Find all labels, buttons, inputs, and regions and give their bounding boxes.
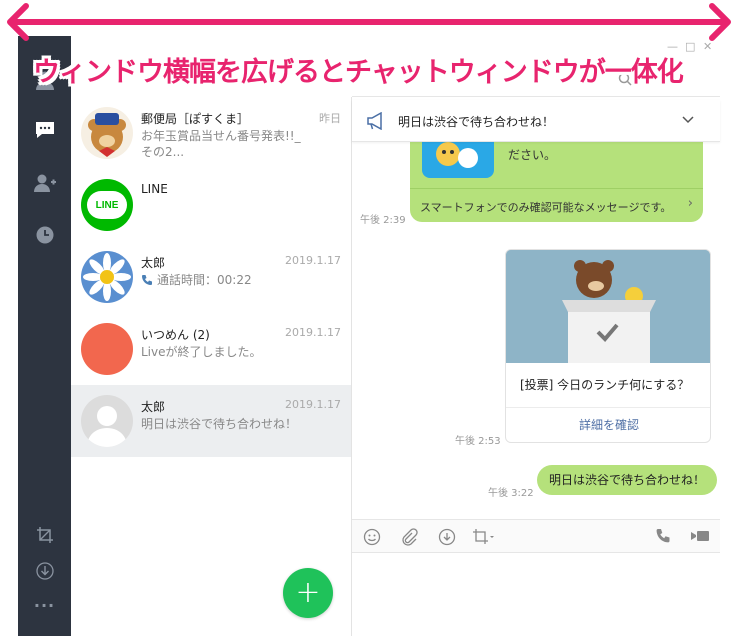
- line-logo: LINE: [81, 179, 133, 231]
- message-text: ださい。: [508, 148, 557, 162]
- message-footer: スマートフォンでのみ確認可能なメッセージです。: [420, 201, 672, 214]
- message-bubble[interactable]: 明日は渋谷で待ち合わせね！: [537, 465, 718, 495]
- annotation-banner: ウィンドウ横幅を広げるとチャットウィンドウが一体化: [33, 57, 684, 88]
- chat-date: 昨日: [319, 112, 341, 125]
- divider: [410, 188, 703, 189]
- list-item[interactable]: LINE LINE: [71, 169, 351, 241]
- chat-name: いつめん (2): [141, 328, 210, 342]
- chat-name: 郵便局［ぽすくま］: [141, 112, 250, 126]
- chat-name: 太郎: [141, 256, 166, 270]
- chat-name: 太郎: [141, 400, 166, 414]
- chat-date: 2019.1.17: [285, 398, 341, 411]
- chat-date: 2019.1.17: [285, 254, 341, 267]
- message-toolbar: [352, 519, 720, 553]
- avatar: [81, 323, 133, 375]
- phone-icon[interactable]: [655, 528, 671, 544]
- crop-icon[interactable]: [18, 526, 71, 544]
- clock-icon[interactable]: [18, 226, 71, 244]
- vote-card[interactable]: [投票] 今日のランチ何にする？ 詳細を確認: [505, 249, 711, 443]
- chat-preview: 通話時間：00:22: [141, 272, 301, 288]
- sticker-image: [422, 136, 494, 178]
- avatar: [81, 251, 133, 303]
- list-item[interactable]: 太郎 2019.1.17 通話時間：00:22: [71, 241, 351, 313]
- chevron-down-icon[interactable]: [682, 116, 694, 124]
- message-input[interactable]: [352, 553, 720, 636]
- chat-list: 郵便局［ぽすくま］ 昨日 お年玉賞品当せん番号発表!!_その2... LINE …: [71, 97, 352, 636]
- download-icon[interactable]: [18, 562, 71, 580]
- chat-date: 2019.1.17: [285, 326, 341, 339]
- chat-preview: Liveが終了しました。: [141, 345, 262, 359]
- announcement-bar[interactable]: 明日は渋谷で待ち合わせね！: [352, 100, 720, 142]
- vote-image: [506, 250, 710, 363]
- chat-preview: お年玉賞品当せん番号発表!!_その2...: [141, 129, 301, 159]
- video-call-icon[interactable]: [690, 528, 710, 544]
- attach-icon[interactable]: [400, 528, 418, 546]
- chat-preview-text: 通話時間：00:22: [157, 273, 252, 287]
- vote-title: [投票] 今日のランチ何にする？: [520, 378, 690, 392]
- list-item[interactable]: 太郎 2019.1.17 明日は渋谷で待ち合わせね！: [71, 385, 351, 457]
- emoji-icon[interactable]: [363, 528, 381, 546]
- message-bubble[interactable]: ださい。 スマートフォンでのみ確認可能なメッセージです。 ›: [410, 136, 703, 222]
- sidebar-rail: ...: [18, 36, 71, 636]
- add-friend-icon[interactable]: [18, 173, 71, 193]
- avatar: [81, 395, 133, 447]
- avatar: [81, 107, 133, 159]
- list-item[interactable]: 郵便局［ぽすくま］ 昨日 お年玉賞品当せん番号発表!!_その2...: [71, 97, 351, 169]
- line-logo-text: LINE: [87, 191, 127, 219]
- list-item[interactable]: いつめん (2) 2019.1.17 Liveが終了しました。: [71, 313, 351, 385]
- chevron-right-icon[interactable]: ›: [688, 196, 693, 211]
- megaphone-icon: [367, 112, 382, 130]
- crop-icon[interactable]: [472, 528, 494, 546]
- phone-icon: [142, 275, 152, 285]
- message-time: 午後 3:22: [488, 488, 534, 499]
- download-icon[interactable]: [438, 528, 456, 546]
- new-chat-button[interactable]: +: [283, 568, 333, 618]
- chat-name: LINE: [141, 182, 168, 196]
- more-icon[interactable]: ...: [18, 592, 71, 611]
- message-time: 午後 2:53: [455, 436, 501, 447]
- chat-preview: 明日は渋谷で待ち合わせね！: [141, 417, 298, 431]
- divider: [506, 407, 710, 408]
- plus-icon: +: [295, 575, 321, 610]
- chat-icon[interactable]: [18, 120, 71, 140]
- message-time: 午後 2:39: [360, 215, 406, 226]
- vote-details-button[interactable]: 詳細を確認: [506, 416, 710, 433]
- announcement-text: 明日は渋谷で待ち合わせね！: [398, 115, 555, 129]
